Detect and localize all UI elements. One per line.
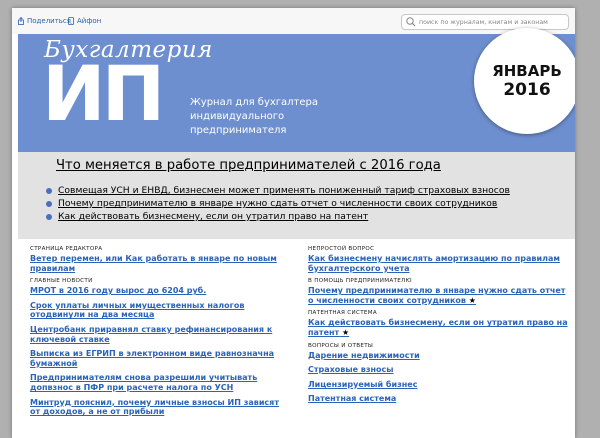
article-link[interactable]: МРОТ в 2016 году вырос до 6204 руб. [30,286,288,296]
toc-section: ВОПРОСЫ И ОТВЕТЫ Дарение недвижимости Стра… [308,343,570,404]
search-icon [406,17,416,27]
bullet-icon [46,200,52,207]
article-link[interactable]: Лицензируемый бизнес [308,380,570,390]
bullet-icon [46,213,52,220]
issue-month: ЯНВАРЬ [492,62,562,80]
star-icon: ★ [341,327,350,337]
article-link[interactable]: Как действовать бизнесмену, если он утра… [308,318,570,337]
section-title: ПАТЕНТНАЯ СИСТЕМА [308,310,378,317]
article-title: МРОТ в 2016 году вырос до 6204 руб. [30,286,207,296]
toc-section: ГЛАВНЫЕ НОВОСТИ МРОТ в 2016 году вырос до… [30,278,288,417]
cover-story-list: Совмещая УСН и ЕНВД, бизнесмен может при… [46,184,510,223]
search-box [401,14,569,30]
article-title: Ветер перемен, или Как работать в январе… [30,254,277,273]
article-link[interactable]: Центробанк приравнял ставку рефинансиров… [30,325,288,344]
cover-story-link[interactable]: Почему предпринимателю в январе нужно сд… [58,198,497,209]
iphone-label: Айфон [77,17,102,25]
share-icon [18,17,24,25]
section-title: ГЛАВНЫЕ НОВОСТИ [30,278,93,285]
cover-story-link[interactable]: Совмещая УСН и ЕНВД, бизнесмен может при… [58,185,510,196]
star-icon: ★ [468,295,476,305]
magazine-page: Поделиться Айфон Бухгалтерия ИП Журнал д… [12,8,575,438]
cover-story-item[interactable]: Совмещая УСН и ЕНВД, бизнесмен может при… [46,184,510,197]
article-link[interactable]: Патентная система [308,394,570,404]
table-of-contents-right: НЕПРОСТОЙ ВОПРОС Как бизнесмену начислять… [308,246,570,409]
article-link[interactable]: Минтруд пояснил, почему личные взносы ИП… [30,398,288,417]
issue-badge: ЯНВАРЬ 2016 [474,28,575,134]
cover-headline[interactable]: Что меняется в работе предпринимателей с… [56,158,441,173]
logo-title-big: ИП [42,49,165,138]
issue-year: 2016 [503,80,551,100]
article-title: Дарение недвижимости [308,350,420,360]
share-label: Поделиться [27,17,71,25]
article-title: Почему предпринимателю в январе нужно сд… [308,286,566,305]
article-title: Патентная система [308,394,397,404]
article-title: Минтруд пояснил, почему личные взносы ИП… [30,397,279,417]
toc-section: НЕПРОСТОЙ ВОПРОС Как бизнесмену начислять… [308,246,570,273]
section-title: В ПОМОЩЬ ПРЕДПРИНИМАТЕЛЮ [308,278,412,285]
table-of-contents-left: СТРАНИЦА РЕДАКТОРА Ветер перемен, или Как… [30,246,288,422]
article-title: Страховые взносы [308,365,394,375]
magazine-tagline: Журнал для бухгалтера индивидуального пр… [190,96,318,138]
phone-icon [68,17,74,25]
article-title: Предпринимателям снова разрешили учитыва… [30,373,258,392]
bullet-icon [46,187,52,194]
tagline-line: индивидуального [190,111,285,122]
cover-story-link[interactable]: Как действовать бизнесмену, если он утра… [58,211,368,222]
article-link[interactable]: Дарение недвижимости [308,351,570,361]
section-title: НЕПРОСТОЙ ВОПРОС [308,246,375,252]
article-title: Выписка из ЕГРИП в электронном виде равн… [30,349,275,368]
article-title: Как бизнесмену начислять амортизацию по … [308,254,560,273]
article-link[interactable]: Срок уплаты личных имущественных налогов… [30,301,288,320]
article-link[interactable]: Ветер перемен, или Как работать в январе… [30,254,288,273]
iphone-link[interactable]: Айфон [68,17,101,25]
article-link[interactable]: Страховые взносы [308,365,570,375]
article-link[interactable]: Как бизнесмену начислять амортизацию по … [308,254,570,273]
article-link[interactable]: Предпринимателям снова разрешили учитыва… [30,373,288,392]
cover-story-item[interactable]: Как действовать бизнесмену, если он утра… [46,210,510,223]
article-link[interactable]: Выписка из ЕГРИП в электронном виде равн… [30,349,288,368]
toc-section: В ПОМОЩЬ ПРЕДПРИНИМАТЕЛЮ Почему предприни… [308,278,570,305]
section-title: СТРАНИЦА РЕДАКТОРА [30,246,103,252]
search-input[interactable] [417,18,564,26]
tagline-line: Журнал для бухгалтера [190,97,319,108]
share-link[interactable]: Поделиться [18,17,71,25]
cover-stories: Что меняется в работе предпринимателей с… [18,152,575,239]
cover-story-item[interactable]: Почему предпринимателю в январе нужно сд… [46,197,510,210]
toc-section: СТРАНИЦА РЕДАКТОРА Ветер перемен, или Как… [30,246,288,273]
article-title: Лицензируемый бизнес [308,379,418,389]
article-title: Центробанк приравнял ставку рефинансиров… [30,324,273,344]
article-link[interactable]: Почему предпринимателю в январе нужно сд… [308,286,570,305]
magazine-banner: Бухгалтерия ИП Журнал для бухгалтера инд… [18,28,575,152]
article-title: Срок уплаты личных имущественных налогов… [30,300,245,320]
tagline-line: предпринимателя [190,125,287,136]
toc-section: ПАТЕНТНАЯ СИСТЕМА Как действовать бизнесм… [308,310,570,337]
top-toolbar: Поделиться Айфон [12,8,575,34]
section-title: ВОПРОСЫ И ОТВЕТЫ [308,342,374,349]
